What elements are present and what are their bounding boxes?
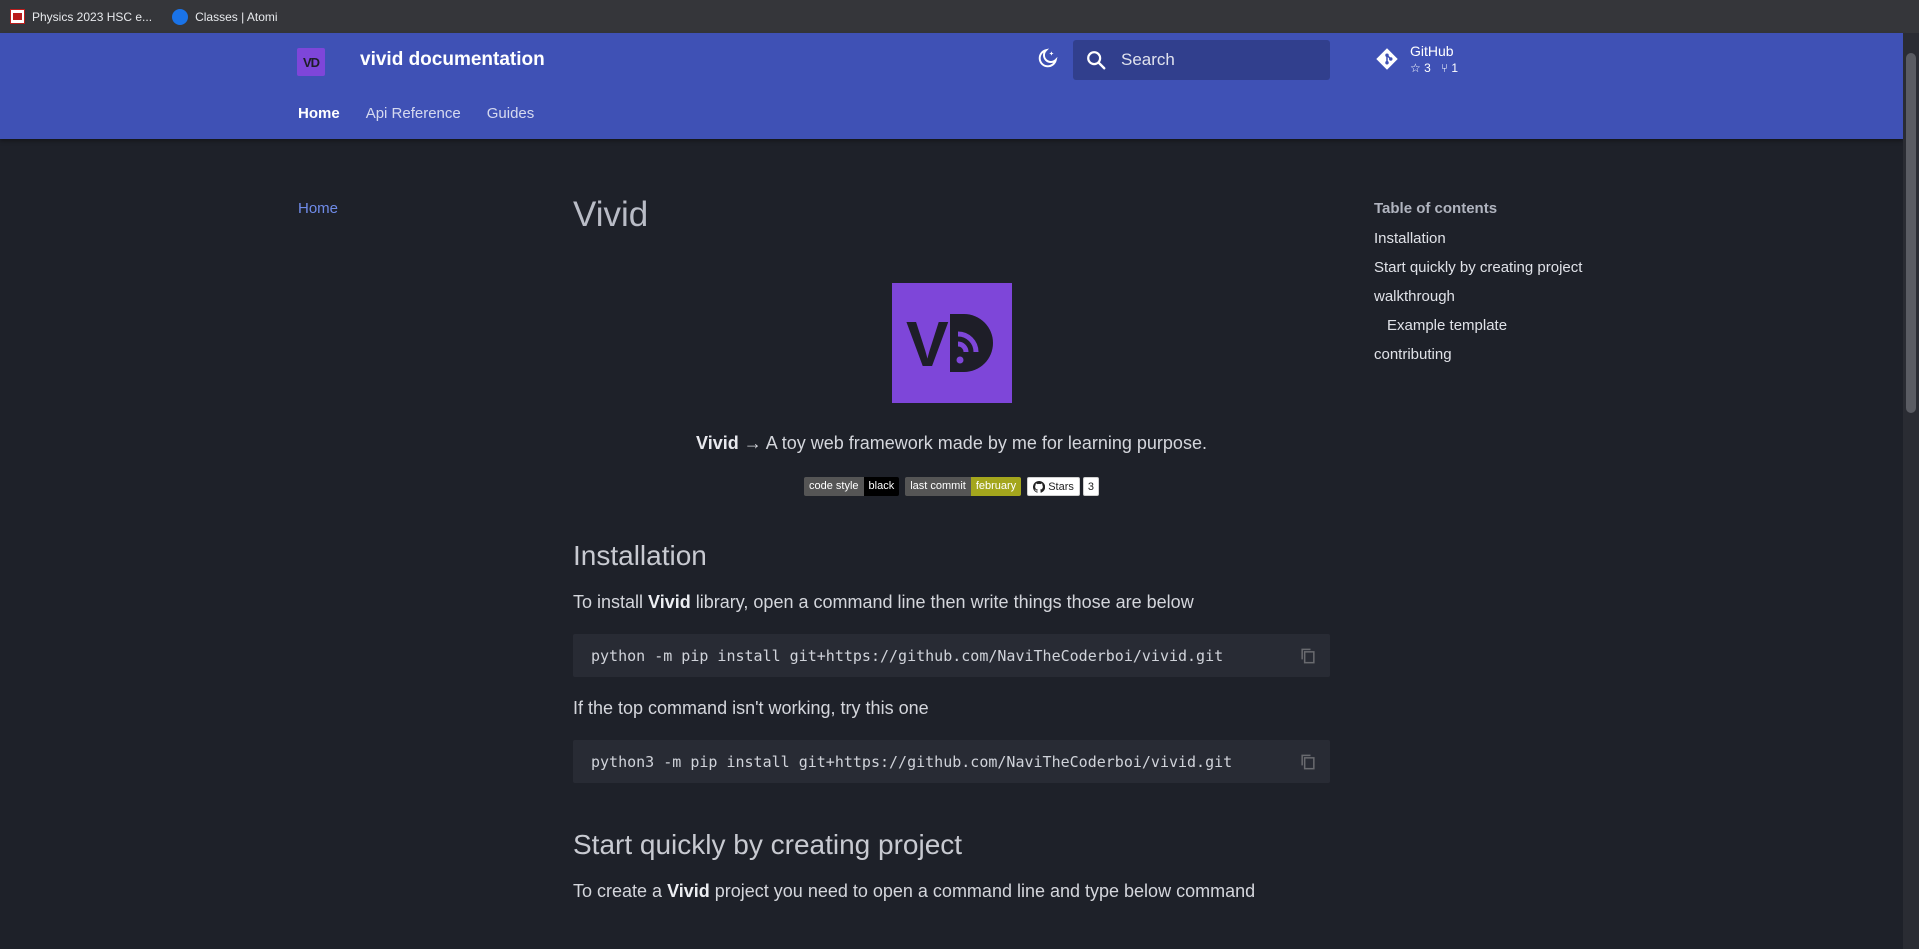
search-box[interactable] — [1073, 40, 1330, 80]
badge-last-commit[interactable]: last commit february — [905, 477, 1022, 496]
badge-key: code style — [803, 477, 864, 496]
page-title: Vivid — [573, 195, 649, 234]
repo-forks: ⑂ 1 — [1441, 61, 1458, 75]
tagline: Vivid → A toy web framework made by me f… — [573, 433, 1330, 454]
copy-icon[interactable] — [1298, 752, 1318, 772]
theme-toggle-button[interactable] — [1033, 47, 1059, 73]
installation-intro: To install Vivid library, open a command… — [573, 592, 1330, 613]
toc-item-contributing[interactable]: contributing — [1374, 346, 1582, 363]
site-header: VD vivid documentation GitHub ☆ — [0, 33, 1903, 139]
vivid-logo-mark: V — [906, 308, 993, 378]
github-stars-button: Stars — [1027, 477, 1080, 496]
text-segment: project you need to open a command line … — [709, 881, 1256, 901]
search-input[interactable] — [1119, 49, 1313, 71]
bookmark-physics[interactable]: Physics 2023 HSC e... — [10, 9, 152, 24]
badge-row: code style black last commit february St… — [573, 477, 1330, 496]
toc-title: Table of contents — [1374, 200, 1498, 217]
bookmark-label: Physics 2023 HSC e... — [32, 9, 153, 24]
site-title[interactable]: vivid documentation — [360, 49, 545, 71]
toc-item-example-template[interactable]: Example template — [1374, 317, 1582, 334]
code-block-install: python -m pip install git+https://github… — [573, 634, 1330, 677]
repo-stars: ☆ 3 — [1410, 61, 1431, 75]
github-stars-count: 3 — [1082, 477, 1099, 496]
github-icon — [1033, 480, 1046, 493]
quickstart-intro: To create a Vivid project you need to op… — [573, 881, 1330, 902]
copy-icon[interactable] — [1298, 646, 1318, 666]
tab-guides[interactable]: Guides — [487, 105, 535, 122]
moon-icon — [1038, 48, 1058, 68]
text-bold: Vivid — [648, 592, 691, 612]
table-of-contents: Table of contents Installation Start qui… — [1374, 200, 1582, 375]
tagline-text: → A toy web framework made by me for lea… — [738, 433, 1207, 453]
page-scrollbar[interactable] — [1903, 33, 1919, 949]
text-segment: To install — [573, 592, 649, 612]
toc-item-quickstart[interactable]: Start quickly by creating project — [1374, 259, 1582, 276]
badge-value: black — [863, 477, 900, 496]
bookmark-favicon-icon — [172, 8, 189, 25]
badge-value: february — [970, 477, 1022, 496]
bookmark-atomi[interactable]: Classes | Atomi — [172, 8, 278, 25]
badge-github-stars[interactable]: Stars 3 — [1027, 477, 1099, 496]
repo-stars-count: 3 — [1424, 61, 1431, 75]
code-text: python -m pip install git+https://github… — [591, 646, 1224, 665]
tagline-bold: Vivid — [696, 433, 739, 453]
search-icon — [1087, 51, 1106, 70]
bookmarks-bar: Physics 2023 HSC e... Classes | Atomi — [0, 0, 1919, 33]
github-stars-label: Stars — [1048, 480, 1074, 493]
main-content: Vivid V Vivid → A toy web framework made… — [573, 195, 1330, 902]
badge-code-style[interactable]: code style black — [803, 477, 900, 496]
text-segment: library, open a command line then write … — [690, 592, 1194, 612]
tab-api-reference[interactable]: Api Reference — [366, 105, 461, 122]
vivid-logo: V — [891, 283, 1012, 403]
installation-fallback-text: If the top command isn't working, try th… — [573, 698, 929, 718]
text-bold: Vivid — [667, 881, 710, 901]
repo-name: GitHub — [1410, 43, 1454, 59]
site-logo[interactable]: VD — [297, 48, 325, 76]
text-segment: To create a — [573, 881, 668, 901]
code-text: python3 -m pip install git+https://githu… — [591, 752, 1233, 771]
toc-item-walkthrough[interactable]: walkthrough — [1374, 288, 1582, 305]
sidebar-item-home[interactable]: Home — [298, 200, 338, 217]
repo-link[interactable]: GitHub ☆ 3 ⑂ 1 — [1374, 43, 1458, 75]
toc-item-installation[interactable]: Installation — [1374, 230, 1582, 247]
fork-icon: ⑂ — [1440, 61, 1448, 75]
section-heading-installation: Installation — [573, 540, 707, 571]
code-block-install-python3: python3 -m pip install git+https://githu… — [573, 740, 1330, 783]
star-icon: ☆ — [1410, 61, 1421, 75]
section-heading-quickstart: Start quickly by creating project — [573, 829, 963, 860]
bookmark-favicon-icon — [10, 9, 25, 24]
tab-home[interactable]: Home — [298, 105, 340, 122]
svg-text:V: V — [906, 308, 949, 378]
repo-forks-count: 1 — [1451, 61, 1459, 75]
badge-key: last commit — [905, 477, 971, 496]
scrollbar-thumb[interactable] — [1906, 53, 1916, 413]
nav-tabs: Home Api Reference Guides — [298, 105, 534, 122]
bookmark-label: Classes | Atomi — [195, 9, 278, 24]
git-icon — [1376, 48, 1398, 70]
